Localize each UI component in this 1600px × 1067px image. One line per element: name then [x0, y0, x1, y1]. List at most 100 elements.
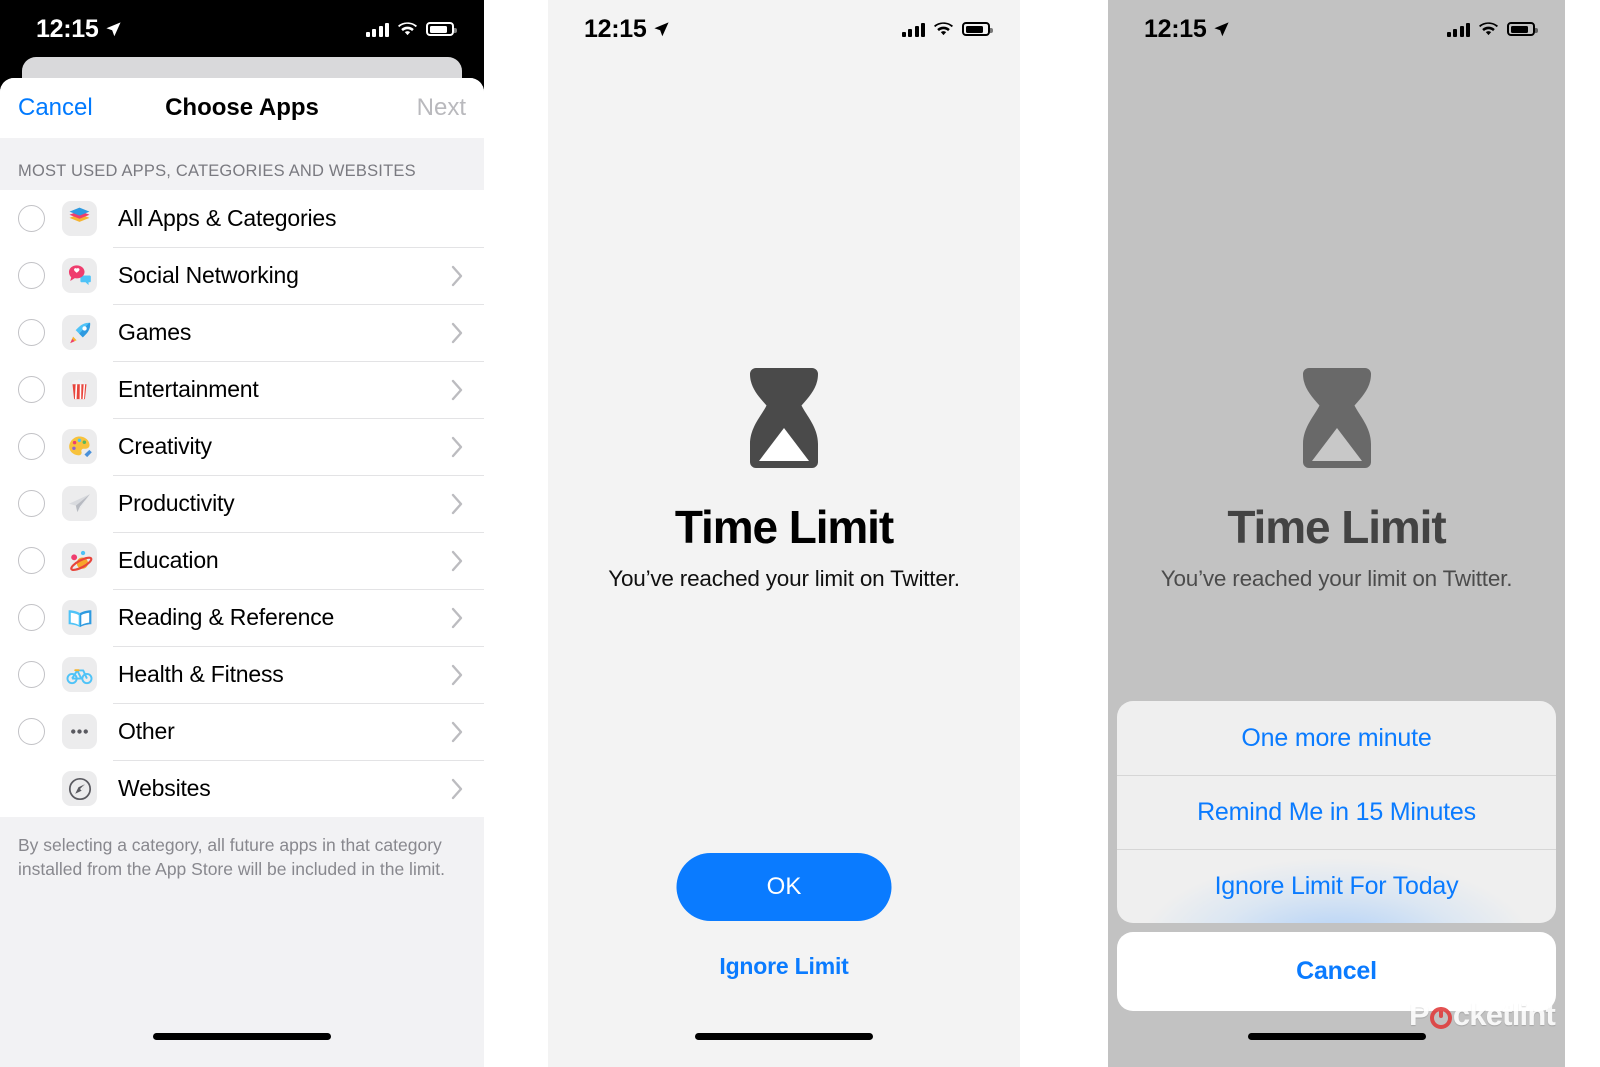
list-item-health-fitness[interactable]: Health & Fitness — [0, 646, 484, 703]
power-symbol-icon — [1429, 1007, 1452, 1029]
status-bar-panel1: 12:15 — [0, 0, 484, 58]
status-bar-panel2: 12:15 — [548, 0, 1020, 58]
home-indicator[interactable] — [695, 1033, 873, 1040]
battery-icon — [962, 22, 993, 36]
action-one-more-minute[interactable]: One more minute — [1117, 701, 1556, 775]
section-header: MOST USED APPS, CATEGORIES AND WEBSITES — [0, 138, 484, 190]
chevron-right-icon — [451, 607, 464, 629]
hourglass-icon — [750, 368, 818, 468]
action-ignore-limit-for-today[interactable]: Ignore Limit For Today — [1117, 849, 1556, 923]
cellular-bars-icon — [1446, 22, 1470, 37]
open-book-icon — [62, 600, 97, 635]
chevron-right-icon — [451, 265, 464, 287]
hourglass-icon — [1302, 368, 1371, 468]
phone-panel-time-limit: 12:15 Time Limit You’ve reached your lim… — [548, 0, 1020, 1067]
action-sheet: One more minute Remind Me in 15 Minutes … — [1117, 701, 1556, 1011]
chevron-right-icon — [451, 493, 464, 515]
status-bar-time: 12:15 — [36, 14, 99, 43]
cellular-bars-icon — [365, 22, 389, 37]
wifi-icon — [1479, 21, 1498, 35]
home-indicator[interactable] — [153, 1033, 331, 1040]
radio-button[interactable] — [18, 319, 45, 346]
list-item-label: Education — [118, 547, 219, 573]
list-item-label: Productivity — [118, 490, 235, 516]
atom-planet-icon — [62, 543, 97, 578]
chevron-right-icon — [451, 550, 464, 572]
ignore-limit-link[interactable]: Ignore Limit — [719, 953, 848, 980]
status-bar-time-group: 12:15 — [1144, 15, 1230, 44]
pocketlint-watermark: P cketlint — [1408, 997, 1556, 1033]
status-bar-indicators — [1446, 21, 1538, 37]
list-item-label: Websites — [118, 775, 211, 801]
list-item-entertainment[interactable]: Entertainment — [0, 361, 484, 418]
wifi-icon — [398, 21, 417, 35]
compass-safari-icon — [62, 771, 97, 806]
list-item-label: Entertainment — [118, 376, 259, 402]
cancel-button[interactable]: Cancel — [18, 94, 93, 122]
navigation-bar: Cancel Choose Apps Next — [0, 78, 484, 138]
chevron-right-icon — [451, 379, 464, 401]
list-item-websites[interactable]: Websites — [0, 760, 484, 817]
radio-button[interactable] — [18, 547, 45, 574]
radio-button[interactable] — [18, 661, 45, 688]
radio-button[interactable] — [18, 604, 45, 631]
page-title: Time Limit — [674, 501, 894, 553]
popcorn-icon — [62, 372, 97, 407]
chevron-right-icon — [451, 322, 464, 344]
list-item-social-networking[interactable]: Social Networking — [0, 247, 484, 304]
action-remind-me-15-minutes[interactable]: Remind Me in 15 Minutes — [1117, 775, 1556, 849]
radio-button[interactable] — [18, 490, 45, 517]
chat-bubbles-heart-icon — [62, 258, 97, 293]
subtitle-text: You’ve reached your limit on Twitter. — [1160, 566, 1513, 591]
list-item-label: Creativity — [118, 433, 212, 459]
list-item-all-apps[interactable]: All Apps & Categories — [0, 190, 484, 247]
action-sheet-options-group: One more minute Remind Me in 15 Minutes … — [1117, 701, 1556, 923]
ellipsis-icon — [62, 714, 97, 749]
stacked-layers-icon — [62, 201, 97, 236]
apps-list-container: MOST USED APPS, CATEGORIES AND WEBSITES … — [0, 138, 484, 1067]
radio-button[interactable] — [18, 718, 45, 745]
chevron-right-icon — [451, 436, 464, 458]
subtitle-text: You’ve reached your limit on Twitter. — [608, 566, 960, 591]
list-item-label: Games — [118, 319, 192, 345]
status-bar-time: 12:15 — [1144, 14, 1207, 43]
screenshot-stage: 12:15 Cancel Choose Apps Next MOST USED … — [0, 0, 1600, 1067]
status-bar-panel3: 12:15 — [1108, 0, 1565, 58]
next-button[interactable]: Next — [417, 94, 466, 122]
rocket-icon — [62, 315, 97, 350]
chevron-right-icon — [451, 721, 464, 743]
bicycle-icon — [62, 657, 97, 692]
list-item-label: Reading & Reference — [118, 604, 335, 630]
location-arrow-icon — [1214, 21, 1230, 36]
paint-palette-icon — [62, 429, 97, 464]
phone-panel-time-limit-actions: Time Limit You’ve reached your limit on … — [1108, 0, 1565, 1067]
battery-icon — [1507, 22, 1538, 36]
ok-button[interactable]: OK — [676, 853, 892, 921]
radio-button[interactable] — [18, 205, 45, 232]
chevron-right-icon — [451, 778, 464, 800]
status-bar-time-group: 12:15 — [36, 15, 122, 44]
radio-button[interactable] — [18, 433, 45, 460]
choose-apps-sheet: Cancel Choose Apps Next MOST USED APPS, … — [0, 78, 484, 1067]
footer-note: By selecting a category, all future apps… — [0, 817, 484, 882]
list-item-productivity[interactable]: Productivity — [0, 475, 484, 532]
radio-button[interactable] — [18, 376, 45, 403]
list-item-other[interactable]: Other — [0, 703, 484, 760]
list-item-label: All Apps & Categories — [118, 205, 337, 231]
watermark-text-before: P — [1408, 997, 1430, 1032]
list-item-creativity[interactable]: Creativity — [0, 418, 484, 475]
battery-icon — [426, 22, 457, 36]
status-bar-time-group: 12:15 — [584, 15, 670, 44]
list-item-games[interactable]: Games — [0, 304, 484, 361]
list-item-label: Other — [118, 718, 175, 744]
list-item-label: Social Networking — [118, 262, 299, 288]
list-item-label: Health & Fitness — [118, 661, 284, 687]
chevron-right-icon — [451, 664, 464, 686]
paper-plane-icon — [62, 486, 97, 521]
list-item-education[interactable]: Education — [0, 532, 484, 589]
home-indicator[interactable] — [1247, 1033, 1426, 1040]
list-item-reading-reference[interactable]: Reading & Reference — [0, 589, 484, 646]
cellular-bars-icon — [901, 22, 925, 37]
status-bar-time: 12:15 — [584, 14, 647, 43]
radio-button[interactable] — [18, 262, 45, 289]
